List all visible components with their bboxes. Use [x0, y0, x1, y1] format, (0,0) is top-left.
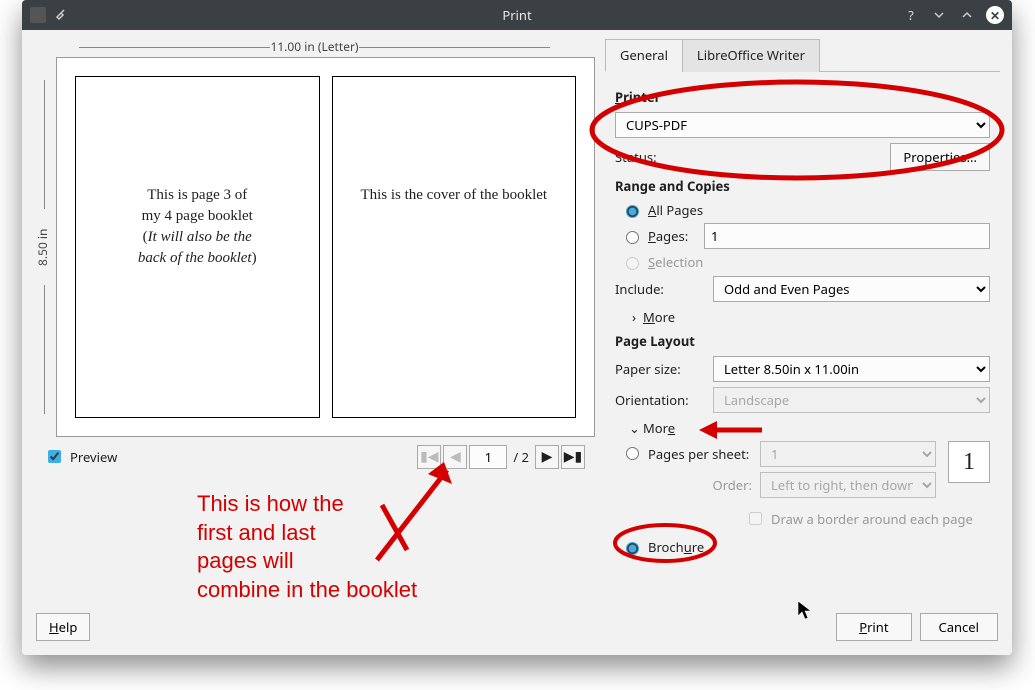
- printer-section-title: Printer: [615, 88, 990, 106]
- pager: ▮◀ ◀ / 2 ▶ ▶▮: [417, 445, 585, 469]
- order-select: Left to right, then down: [760, 472, 936, 498]
- range-section-title: Range and Copies: [615, 177, 990, 195]
- properties-button[interactable]: Properties...: [890, 143, 990, 171]
- preview-sheet: This is page 3 of my 4 page booklet (It …: [56, 57, 595, 437]
- preview-page-left: This is page 3 of my 4 page booklet (It …: [75, 76, 320, 418]
- layout-more-expander[interactable]: ⌄ More: [629, 419, 990, 437]
- paper-select[interactable]: Letter 8.50in x 11.00in: [713, 356, 990, 382]
- pin-icon[interactable]: [54, 8, 68, 22]
- preview-text: This is page 3 of: [147, 187, 247, 203]
- all-pages-radio[interactable]: [626, 205, 639, 218]
- draw-border-label: Draw a border around each page: [771, 510, 973, 528]
- chevron-down-icon: ⌄: [629, 419, 639, 437]
- chevron-right-icon: ›: [629, 308, 639, 326]
- preview-text: This is the cover of the booklet: [360, 187, 547, 203]
- layout-section-title: Page Layout: [615, 332, 990, 350]
- settings-pane: General LibreOffice Writer Printer CUPS-…: [605, 38, 1000, 603]
- app-icon: [30, 7, 46, 23]
- pager-prev-button[interactable]: ◀: [443, 445, 467, 469]
- ruler-left: 8.50 in: [34, 57, 56, 437]
- tab-general[interactable]: General: [605, 39, 683, 72]
- preview-page-right: This is the cover of the booklet: [332, 76, 577, 418]
- pager-current-input[interactable]: [469, 445, 507, 469]
- preview-text: It will also be the: [148, 229, 252, 245]
- orientation-label: Orientation:: [615, 391, 705, 409]
- all-pages-label: All Pages: [648, 201, 703, 219]
- pages-label: Pages:: [648, 227, 698, 245]
- paper-label: Paper size:: [615, 360, 705, 378]
- preview-text: my 4 page booklet: [142, 208, 253, 224]
- print-dialog-window: Print ? ✕ 11.00 in (Letter) 8.50 in: [22, 0, 1012, 655]
- pages-radio[interactable]: [626, 231, 639, 244]
- selection-label: Selection: [648, 253, 703, 271]
- ruler-top: 11.00 in (Letter): [34, 38, 595, 55]
- order-label: Order:: [648, 476, 752, 494]
- pages-per-sheet-label: Pages per sheet:: [648, 445, 752, 463]
- titlebar: Print ? ✕: [22, 0, 1012, 30]
- status-label: Status:: [615, 148, 705, 166]
- print-button[interactable]: Print: [836, 613, 911, 641]
- pages-input[interactable]: [704, 223, 990, 249]
- pager-last-button[interactable]: ▶▮: [561, 445, 585, 469]
- preview-label: Preview: [70, 448, 117, 466]
- include-label: Include:: [615, 280, 705, 298]
- help-button[interactable]: Help: [36, 613, 90, 641]
- printer-select[interactable]: CUPS-PDF: [615, 112, 990, 138]
- window-title: Print: [22, 6, 1012, 24]
- tabstrip: General LibreOffice Writer: [605, 38, 1000, 72]
- brochure-label: Brochure: [648, 538, 704, 556]
- selection-radio: [626, 257, 639, 270]
- orientation-select: Landscape: [713, 387, 990, 413]
- close-titlebar-button[interactable]: ✕: [986, 6, 1004, 24]
- pages-per-sheet-select: 1: [760, 441, 936, 467]
- draw-border-checkbox: [749, 512, 762, 525]
- pager-next-button[interactable]: ▶: [535, 445, 559, 469]
- pager-first-button[interactable]: ▮◀: [417, 445, 441, 469]
- help-titlebar-button[interactable]: ?: [902, 6, 920, 24]
- preview-pane: 11.00 in (Letter) 8.50 in This is page 3…: [34, 38, 595, 603]
- preview-text: ): [252, 250, 257, 266]
- minimize-titlebar-button[interactable]: [930, 6, 948, 24]
- pager-total: / 2: [513, 448, 529, 466]
- include-select[interactable]: Odd and Even Pages: [713, 276, 990, 302]
- pages-per-sheet-thumbnail: 1: [948, 441, 990, 483]
- maximize-titlebar-button[interactable]: [958, 6, 976, 24]
- pages-per-sheet-radio[interactable]: [626, 447, 639, 460]
- cursor-icon: [797, 600, 813, 620]
- brochure-radio[interactable]: [626, 542, 639, 555]
- tab-writer[interactable]: LibreOffice Writer: [682, 39, 820, 72]
- preview-checkbox[interactable]: [48, 450, 61, 463]
- cancel-button[interactable]: Cancel: [920, 613, 998, 641]
- footer: Help Print Cancel: [22, 603, 1012, 655]
- preview-text: back of the booklet: [138, 250, 252, 266]
- range-more-expander[interactable]: › More: [629, 308, 990, 326]
